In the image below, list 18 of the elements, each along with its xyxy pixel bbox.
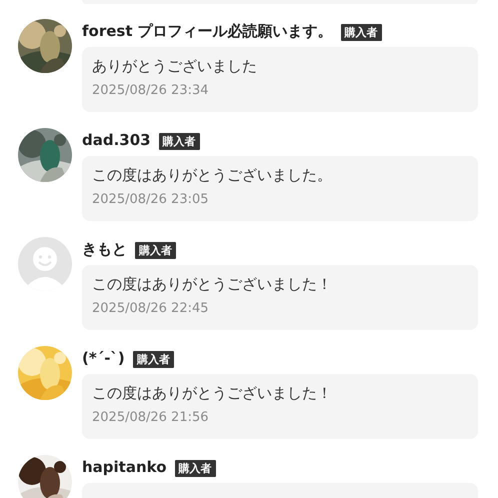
buyer-badge: 購入者 bbox=[132, 351, 174, 368]
buyer-badge: 購入者 bbox=[135, 242, 176, 259]
message-date: 2025/08/26 21:56 bbox=[92, 409, 210, 427]
message-date: 2025/08/26 22:45 bbox=[92, 300, 210, 318]
user-name[interactable]: forest プロフィール必読願います。 bbox=[82, 22, 333, 40]
buyer-badge: 購入者 bbox=[174, 460, 216, 477]
user-name[interactable]: hapitanko bbox=[82, 458, 167, 476]
buyer-badge: 購入者 bbox=[340, 24, 382, 41]
message-date: 2025/08/26 23:05 bbox=[92, 191, 210, 209]
user-name[interactable]: (*´-`) bbox=[82, 349, 125, 367]
user-name[interactable]: dad.303 bbox=[82, 131, 151, 149]
message-text: この度はありがとうございました！ bbox=[92, 383, 333, 404]
message-text: この度はありがとうございました。 bbox=[92, 165, 333, 186]
user-name[interactable]: きもと bbox=[82, 240, 127, 258]
message-text: ありがとうございました bbox=[92, 56, 258, 77]
message-date: 2025/08/26 23:34 bbox=[92, 82, 210, 100]
buyer-badge: 購入者 bbox=[158, 133, 200, 150]
message-text: この度はありがとうございました！ bbox=[92, 274, 333, 295]
